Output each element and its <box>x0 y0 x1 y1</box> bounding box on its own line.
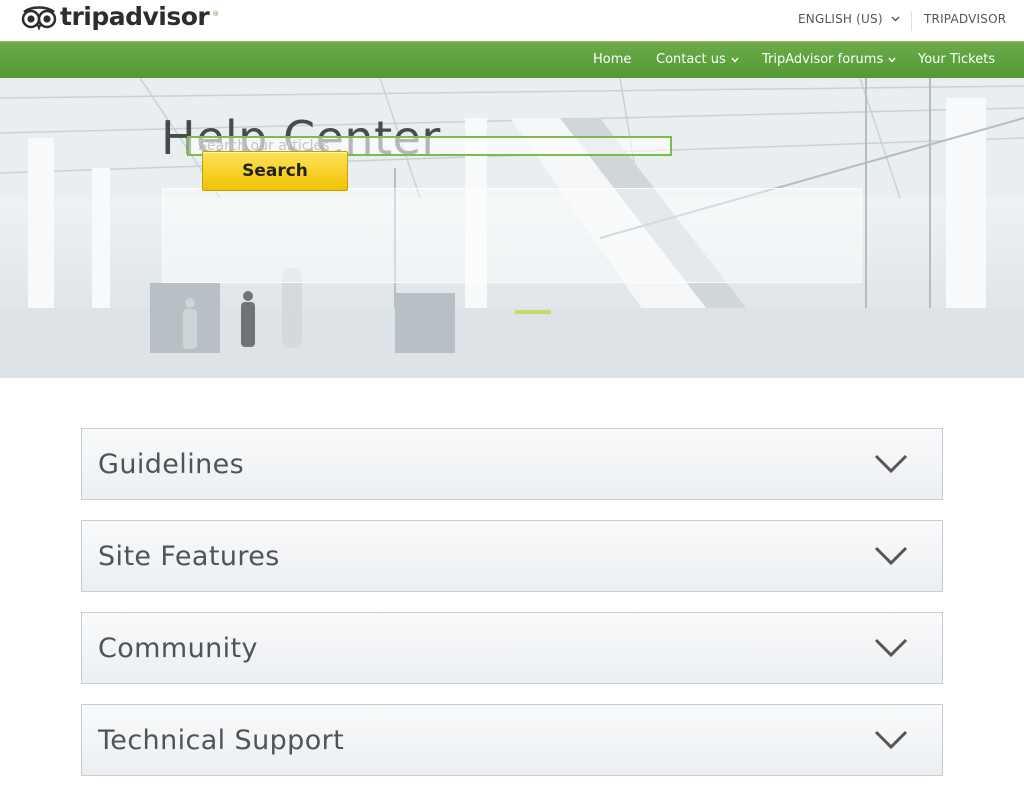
language-selector[interactable]: ENGLISH (US) <box>798 12 900 26</box>
tripadvisor-logo[interactable]: tripadvisor ® <box>21 3 219 31</box>
section-guidelines[interactable]: Guidelines <box>81 428 943 500</box>
nav-item-contact-us[interactable]: Contact us <box>656 52 739 67</box>
nav-item-label: Contact us <box>656 52 726 67</box>
trademark-mark: ® <box>212 10 220 18</box>
chevron-down-icon <box>874 546 908 566</box>
top-header: tripadvisor ® ENGLISH (US) TRIPADVISOR <box>0 0 1024 41</box>
owl-logo-icon <box>21 6 57 31</box>
section-label: Guidelines <box>98 449 245 480</box>
chevron-down-icon <box>891 16 900 22</box>
help-sections: Guidelines Site Features Community Techn… <box>81 428 943 796</box>
section-label: Technical Support <box>98 725 345 756</box>
nav-item-label: TripAdvisor forums <box>762 52 884 67</box>
chevron-down-icon <box>874 638 908 658</box>
logo-wordmark: tripadvisor <box>60 2 210 31</box>
section-label: Community <box>98 633 258 664</box>
nav-item-label: Home <box>593 52 632 67</box>
chevron-down-icon <box>874 454 908 474</box>
nav-item-your-tickets[interactable]: Your Tickets <box>918 52 995 67</box>
section-community[interactable]: Community <box>81 612 943 684</box>
chevron-down-icon <box>888 57 896 63</box>
main-nav: Home Contact us TripAdvisor forums Your … <box>0 41 1024 78</box>
search-button[interactable]: Search <box>202 151 348 191</box>
hero-banner: Help Center <box>0 78 1024 378</box>
section-label: Site Features <box>98 541 280 572</box>
language-label: ENGLISH (US) <box>798 12 883 26</box>
search-panel <box>162 188 862 283</box>
nav-item-forums[interactable]: TripAdvisor forums <box>762 52 896 67</box>
nav-item-home[interactable]: Home <box>593 52 631 67</box>
tripadvisor-site-link[interactable]: TRIPADVISOR <box>924 12 1006 26</box>
section-technical-support[interactable]: Technical Support <box>81 704 943 776</box>
section-site-features[interactable]: Site Features <box>81 520 943 592</box>
divider <box>911 11 912 31</box>
nav-item-label: Your Tickets <box>918 52 996 67</box>
chevron-down-icon <box>874 730 908 750</box>
chevron-down-icon <box>731 57 739 63</box>
